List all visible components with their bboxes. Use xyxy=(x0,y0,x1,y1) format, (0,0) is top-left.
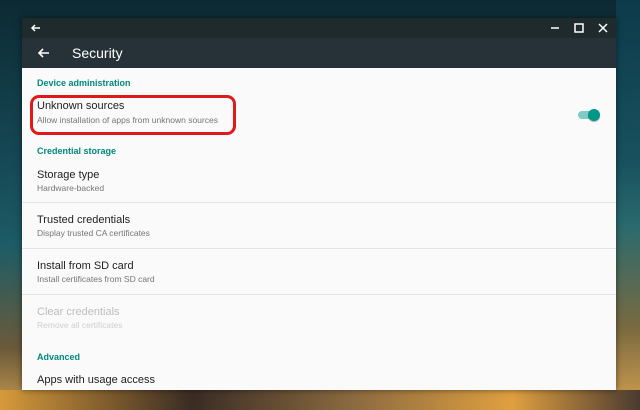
section-header-credential-storage: Credential storage xyxy=(37,146,117,156)
pref-summary: Remove all certificates xyxy=(37,320,123,330)
pref-summary: Display trusted CA certificates xyxy=(37,228,150,238)
pref-title: Storage type xyxy=(37,169,100,181)
wallpaper-bottom xyxy=(0,390,640,410)
window-chrome-bar xyxy=(22,18,616,38)
app-toolbar: Security xyxy=(22,38,616,68)
settings-window: Security Device administration Unknown s… xyxy=(22,18,616,390)
divider xyxy=(22,202,616,203)
back-arrow-icon[interactable] xyxy=(36,45,52,61)
section-header-device-administration: Device administration xyxy=(37,78,131,88)
wallpaper-left xyxy=(0,0,22,410)
pref-title: Apps with usage access xyxy=(37,374,156,386)
section-header-advanced: Advanced xyxy=(37,352,81,362)
pref-summary: Install certificates from SD card xyxy=(37,274,155,284)
pref-title: Install from SD card xyxy=(37,260,134,272)
toggle-thumb xyxy=(588,109,600,121)
pref-apps-with-usage-access[interactable]: Apps with usage access xyxy=(22,368,616,390)
wallpaper-right xyxy=(616,0,640,410)
minimize-icon[interactable] xyxy=(548,20,562,36)
pref-trusted-credentials[interactable]: Trusted credentials Display trusted CA c… xyxy=(22,204,616,248)
divider xyxy=(22,294,616,295)
pref-install-from-sd-card[interactable]: Install from SD card Install certificate… xyxy=(22,250,616,294)
pref-clear-credentials: Clear credentials Remove all certificate… xyxy=(22,296,616,340)
window-back-icon[interactable] xyxy=(28,20,44,36)
highlight-annotation xyxy=(30,95,236,135)
close-icon[interactable] xyxy=(596,20,610,36)
window-controls xyxy=(548,20,610,36)
maximize-icon[interactable] xyxy=(572,20,586,36)
pref-title: Clear credentials xyxy=(37,306,120,318)
pref-storage-type[interactable]: Storage type Hardware-backed xyxy=(22,162,616,202)
unknown-sources-toggle[interactable] xyxy=(578,109,600,121)
settings-list: Device administration Unknown sources Al… xyxy=(22,68,616,390)
pref-title: Trusted credentials xyxy=(37,214,131,226)
pref-summary: Hardware-backed xyxy=(37,183,105,193)
divider xyxy=(22,248,616,249)
page-title: Security xyxy=(72,45,123,61)
